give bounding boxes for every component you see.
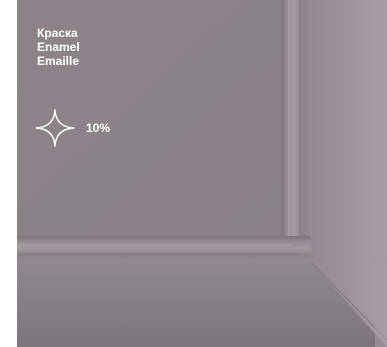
finish-name-de: Emaille bbox=[37, 54, 80, 68]
finish-name-list: Краска Enamel Emaille bbox=[37, 26, 80, 68]
finish-name-en: Enamel bbox=[37, 40, 80, 54]
sample-image-panel: Краска Enamel Emaille 10% bbox=[0, 0, 387, 347]
gloss-indicator: 10% bbox=[34, 108, 110, 148]
sparkle-icon bbox=[35, 109, 75, 147]
gloss-level-value: 10% bbox=[86, 121, 111, 135]
finish-name-ru: Краска bbox=[37, 26, 78, 40]
